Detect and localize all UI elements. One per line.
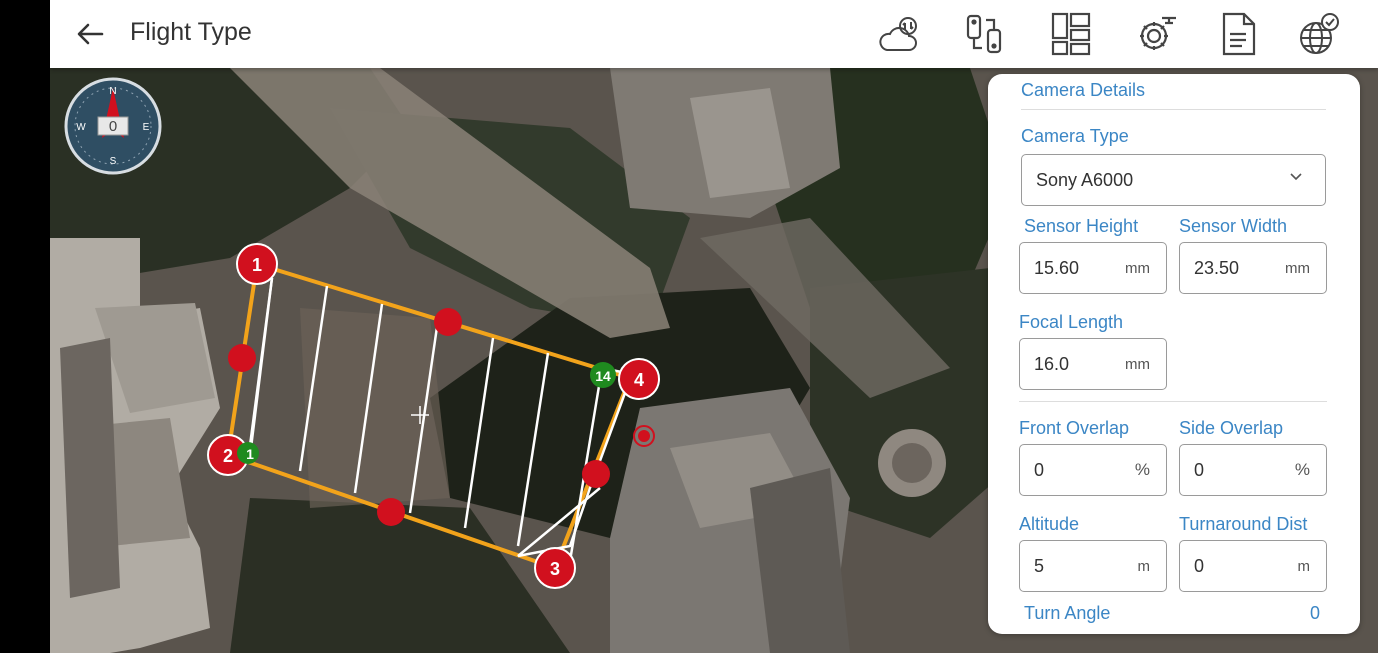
globe-check-icon[interactable] <box>1296 10 1344 58</box>
waypoint-label-14: 14 <box>595 368 611 384</box>
sensor-width-unit: mm <box>1285 260 1310 277</box>
focal-length-unit: mm <box>1125 356 1150 373</box>
side-overlap-unit: % <box>1294 460 1310 479</box>
divider <box>1021 109 1326 110</box>
vertex-marker-1[interactable]: 1 <box>236 243 278 285</box>
top-app-bar: Flight Type <box>50 0 1378 68</box>
camera-type-select[interactable]: Sony A6000 <box>1021 154 1326 206</box>
compass-heading: 0 <box>109 118 117 135</box>
vertex-label-2: 2 <box>223 446 233 466</box>
compass-s: S <box>110 156 117 167</box>
sensor-width-value: 23.50 <box>1194 258 1240 278</box>
dashboard-icon[interactable] <box>1047 10 1095 58</box>
sensor-width-label: Sensor Width <box>1179 216 1288 236</box>
side-overlap-value: 0 <box>1194 460 1205 480</box>
sensor-height-label: Sensor Height <box>1024 216 1139 236</box>
vertex-label-1: 1 <box>252 255 262 275</box>
front-overlap-label: Front Overlap <box>1019 418 1130 438</box>
turnaround-dist-value: 0 <box>1194 556 1205 576</box>
vertex-label-4: 4 <box>634 370 644 390</box>
page-title: Flight Type <box>130 18 252 46</box>
sensor-height-value: 15.60 <box>1034 258 1080 278</box>
altitude-unit: m <box>1137 558 1151 575</box>
divider <box>1019 401 1327 402</box>
altitude-label: Altitude <box>1019 514 1080 534</box>
front-overlap-field[interactable]: 0 % <box>1019 444 1167 496</box>
vertex-marker-4[interactable]: 4 <box>618 358 660 400</box>
sensor-width-field[interactable]: 23.50 mm <box>1179 242 1327 294</box>
altitude-value: 5 <box>1034 556 1045 576</box>
waypoint-end[interactable]: 14 <box>590 362 616 388</box>
turnaround-dist-label: Turnaround Dist <box>1179 514 1308 534</box>
side-overlap-label: Side Overlap <box>1179 418 1284 438</box>
turn-angle-label: Turn Angle <box>1024 603 1111 623</box>
front-overlap-value: 0 <box>1034 460 1045 480</box>
compass-widget[interactable]: 0 N S E W <box>64 77 162 175</box>
drone-controller-icon[interactable] <box>960 10 1008 58</box>
turn-angle-value[interactable]: 0 <box>1310 603 1320 624</box>
section-title: Camera Details <box>1021 80 1146 100</box>
camera-type-label: Camera Type <box>1021 126 1129 146</box>
turnaround-dist-unit: m <box>1297 558 1311 575</box>
focal-length-field[interactable]: 16.0 mm <box>1019 338 1167 390</box>
cloud-sync-icon[interactable] <box>875 10 923 58</box>
sensor-height-unit: mm <box>1125 260 1150 277</box>
turnaround-dist-field[interactable]: 0 m <box>1179 540 1327 592</box>
focal-length-value: 16.0 <box>1034 354 1070 374</box>
camera-details-panel: Camera Details Camera Type Sony A6000 Se… <box>988 74 1360 634</box>
vertex-label-3: 3 <box>550 559 560 579</box>
document-icon[interactable] <box>1214 10 1262 58</box>
waypoint-label-1: 1 <box>246 446 254 462</box>
back-arrow-icon[interactable] <box>72 16 108 52</box>
altitude-field[interactable]: 5 m <box>1019 540 1167 592</box>
chevron-down-icon <box>1290 173 1302 181</box>
compass-e: E <box>143 122 150 133</box>
sensor-height-field[interactable]: 15.60 mm <box>1019 242 1167 294</box>
front-overlap-unit: % <box>1134 460 1150 479</box>
vertex-marker-3[interactable]: 3 <box>534 547 576 589</box>
focal-length-label: Focal Length <box>1019 312 1124 332</box>
compass-w: W <box>76 122 86 133</box>
drone-settings-icon[interactable] <box>1132 10 1180 58</box>
compass-n: N <box>109 86 116 97</box>
side-overlap-field[interactable]: 0 % <box>1179 444 1327 496</box>
left-black-bar <box>0 0 50 653</box>
camera-type-value: Sony A6000 <box>1036 170 1134 190</box>
waypoint-start[interactable]: 1 <box>237 442 259 464</box>
